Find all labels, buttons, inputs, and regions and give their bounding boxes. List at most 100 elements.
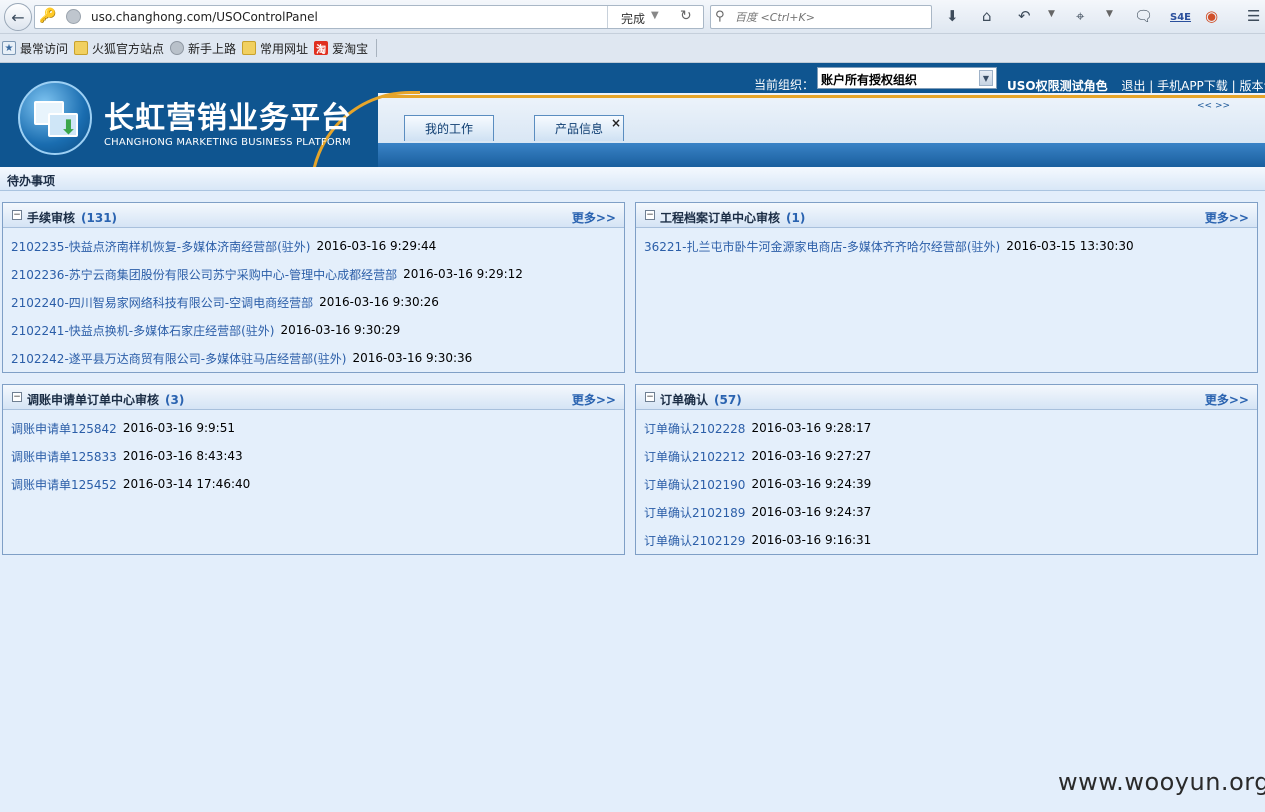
brand-subtitle: CHANGHONG MARKETING BUSINESS PLATFORM: [104, 137, 351, 148]
tab-product-info[interactable]: 产品信息 ×: [534, 115, 624, 141]
item-link[interactable]: 订单确认2102190: [644, 476, 745, 493]
s4e-icon[interactable]: S4E: [1170, 9, 1191, 27]
close-icon[interactable]: ×: [611, 116, 621, 130]
search-input[interactable]: [735, 9, 925, 25]
more-link[interactable]: 更多>>: [1205, 391, 1249, 408]
item-time: 2016-03-16 9:30:36: [352, 351, 473, 365]
brand-title: 长虹营销业务平台: [104, 101, 352, 136]
more-link[interactable]: 更多>>: [1205, 209, 1249, 226]
browser-toolbar: ← 🔑 uso.changhong.com/USOControlPanel 完成…: [0, 0, 1265, 34]
crop-icon[interactable]: ⌖: [1076, 7, 1084, 25]
key-icon: 🔑: [39, 8, 57, 24]
chevron-down-icon[interactable]: ▼: [1048, 9, 1055, 19]
list-item: 2102235-快益点济南样机恢复-多媒体济南经营部(驻外) 2016-03-16…: [3, 232, 624, 260]
item-time: 2016-03-16 9:27:27: [751, 449, 872, 463]
tab-scroll-arrows[interactable]: << >>: [1197, 101, 1230, 111]
chevron-down-icon[interactable]: ▼: [651, 10, 659, 21]
app-download-link[interactable]: 手机APP下载: [1157, 79, 1228, 93]
item-time: 2016-03-16 9:29:12: [403, 267, 523, 281]
panel-title: 调账申请单订单中心审核 (3): [27, 393, 185, 407]
org-select[interactable]: 账户所有授权组织 ▼: [817, 67, 997, 89]
panel-order-confirmation: − 订单确认 (57) 更多>> 订单确认2102228 2016-03-16 9:…: [635, 384, 1258, 555]
url-bar[interactable]: 🔑 uso.changhong.com/USOControlPanel 完成 ▼…: [34, 5, 704, 29]
item-link[interactable]: 2102242-遂平县万达商贸有限公司-多媒体驻马店经营部(驻外): [11, 350, 346, 367]
item-time: 2016-03-16 9:30:29: [280, 323, 401, 337]
bookmarks-bar: ★ 最常访问 火狐官方站点 新手上路 常用网址 淘爱淘宝: [0, 34, 1265, 63]
collapse-toggle-icon[interactable]: −: [12, 210, 22, 220]
list-item: 调账申请单125842 2016-03-16 9:9:51: [3, 414, 624, 442]
collapse-toggle-icon[interactable]: −: [12, 392, 22, 402]
panel-count: (1): [786, 211, 806, 225]
org-label: 当前组织：: [754, 78, 815, 92]
platform-logo-icon: ⬇: [18, 81, 92, 155]
bookmark-item[interactable]: 火狐官方站点: [74, 40, 164, 57]
version-link[interactable]: 版本说: [1239, 79, 1265, 93]
logout-link[interactable]: 退出: [1121, 79, 1145, 93]
header-gold-line: [382, 95, 1265, 98]
item-time: 2016-03-14 17:46:40: [122, 477, 251, 491]
undo-icon[interactable]: ↶: [1018, 7, 1031, 25]
tab-label: 我的工作: [424, 122, 473, 136]
list-item: 2102240-四川智易家网络科技有限公司-空调电商经营部 2016-03-16 …: [3, 288, 624, 316]
search-box[interactable]: ⚲: [710, 5, 932, 29]
bookmark-item[interactable]: ★ 最常访问: [2, 40, 68, 57]
menu-icon[interactable]: ☰: [1247, 7, 1260, 25]
magnifier-icon[interactable]: ⚲: [715, 9, 725, 24]
item-link[interactable]: 订单确认2102212: [644, 448, 745, 465]
chevron-down-icon[interactable]: ▼: [979, 70, 993, 86]
panel-title: 订单确认 (57): [660, 393, 742, 407]
panel-adjustment-review: − 调账申请单订单中心审核 (3) 更多>> 调账申请单125842 2016-03…: [2, 384, 625, 555]
item-link[interactable]: 订单确认2102129: [644, 532, 745, 549]
item-time: 2016-03-16 9:16:31: [751, 533, 872, 547]
url-separator: [607, 6, 608, 28]
back-button[interactable]: ←: [4, 3, 32, 31]
item-time: 2016-03-16 9:9:51: [122, 421, 235, 435]
tab-my-work[interactable]: 我的工作: [404, 115, 494, 141]
page-status: 完成: [621, 12, 646, 26]
list-item: 2102242-遂平县万达商贸有限公司-多媒体驻马店经营部(驻外) 2016-03…: [3, 344, 624, 372]
bookmark-item[interactable]: 新手上路: [170, 40, 236, 57]
item-link[interactable]: 订单确认2102189: [644, 504, 745, 521]
site-identity-icon[interactable]: [66, 9, 81, 24]
bookmark-item[interactable]: 常用网址: [242, 40, 308, 57]
home-icon[interactable]: ⌂: [982, 7, 992, 25]
item-link[interactable]: 2102235-快益点济南样机恢复-多媒体济南经营部(驻外): [11, 238, 310, 255]
url-text[interactable]: uso.changhong.com/USOControlPanel: [91, 10, 318, 24]
list-item: 调账申请单125452 2016-03-14 17:46:40: [3, 470, 624, 498]
nav-band: [378, 143, 1265, 167]
watermark: www.wooyun.org: [1058, 768, 1265, 796]
chat-bubble-icon[interactable]: 🗨: [1134, 7, 1153, 25]
item-link[interactable]: 2102240-四川智易家网络科技有限公司-空调电商经营部: [11, 294, 313, 311]
folder-icon: [242, 41, 257, 55]
panel-title: 工程档案订单中心审核 (1): [660, 211, 806, 225]
item-link[interactable]: 2102241-快益点换机-多媒体石家庄经营部(驻外): [11, 322, 274, 339]
bookmark-separator: [376, 39, 378, 57]
download-icon[interactable]: ⬇: [946, 7, 959, 25]
more-link[interactable]: 更多>>: [572, 391, 616, 408]
taobao-icon: 淘: [314, 41, 329, 56]
item-link[interactable]: 调账申请单125833: [11, 448, 117, 465]
bookmark-item[interactable]: 淘爱淘宝: [314, 40, 368, 57]
item-link[interactable]: 36221-扎兰屯市卧牛河金源家电商店-多媒体齐齐哈尔经营部(驻外): [644, 238, 1000, 255]
item-link[interactable]: 订单确认2102228: [644, 420, 745, 437]
reload-icon[interactable]: ↻: [680, 8, 692, 24]
panel-header: − 手续审核 (131) 更多>>: [3, 203, 624, 228]
more-link[interactable]: 更多>>: [572, 209, 616, 226]
collapse-toggle-icon[interactable]: −: [645, 392, 655, 402]
panel-count: (3): [165, 393, 185, 407]
addon-icon[interactable]: ◉: [1205, 7, 1218, 25]
item-time: 2016-03-16 9:24:39: [751, 477, 872, 491]
list-item: 36221-扎兰屯市卧牛河金源家电商店-多媒体齐齐哈尔经营部(驻外) 2016-0…: [636, 232, 1257, 260]
top-links: USO权限测试角色 退出 | 手机APP下载 | 版本说: [1007, 77, 1265, 94]
back-arrow-icon: ←: [11, 7, 25, 27]
item-link[interactable]: 2102236-苏宁云商集团股份有限公司苏宁采购中心-管理中心成都经营部: [11, 266, 397, 283]
header-light-band: [378, 93, 1265, 167]
item-link[interactable]: 调账申请单125842: [11, 420, 117, 437]
bookmark-label: 常用网址: [260, 41, 309, 56]
list-item: 订单确认2102129 2016-03-16 9:16:31: [636, 526, 1257, 554]
list-item: 订单确认2102190 2016-03-16 9:24:39: [636, 470, 1257, 498]
collapse-toggle-icon[interactable]: −: [645, 210, 655, 220]
item-link[interactable]: 调账申请单125452: [11, 476, 117, 493]
chevron-down-icon[interactable]: ▼: [1106, 9, 1113, 19]
bookmark-doc-icon: ★: [2, 41, 16, 55]
